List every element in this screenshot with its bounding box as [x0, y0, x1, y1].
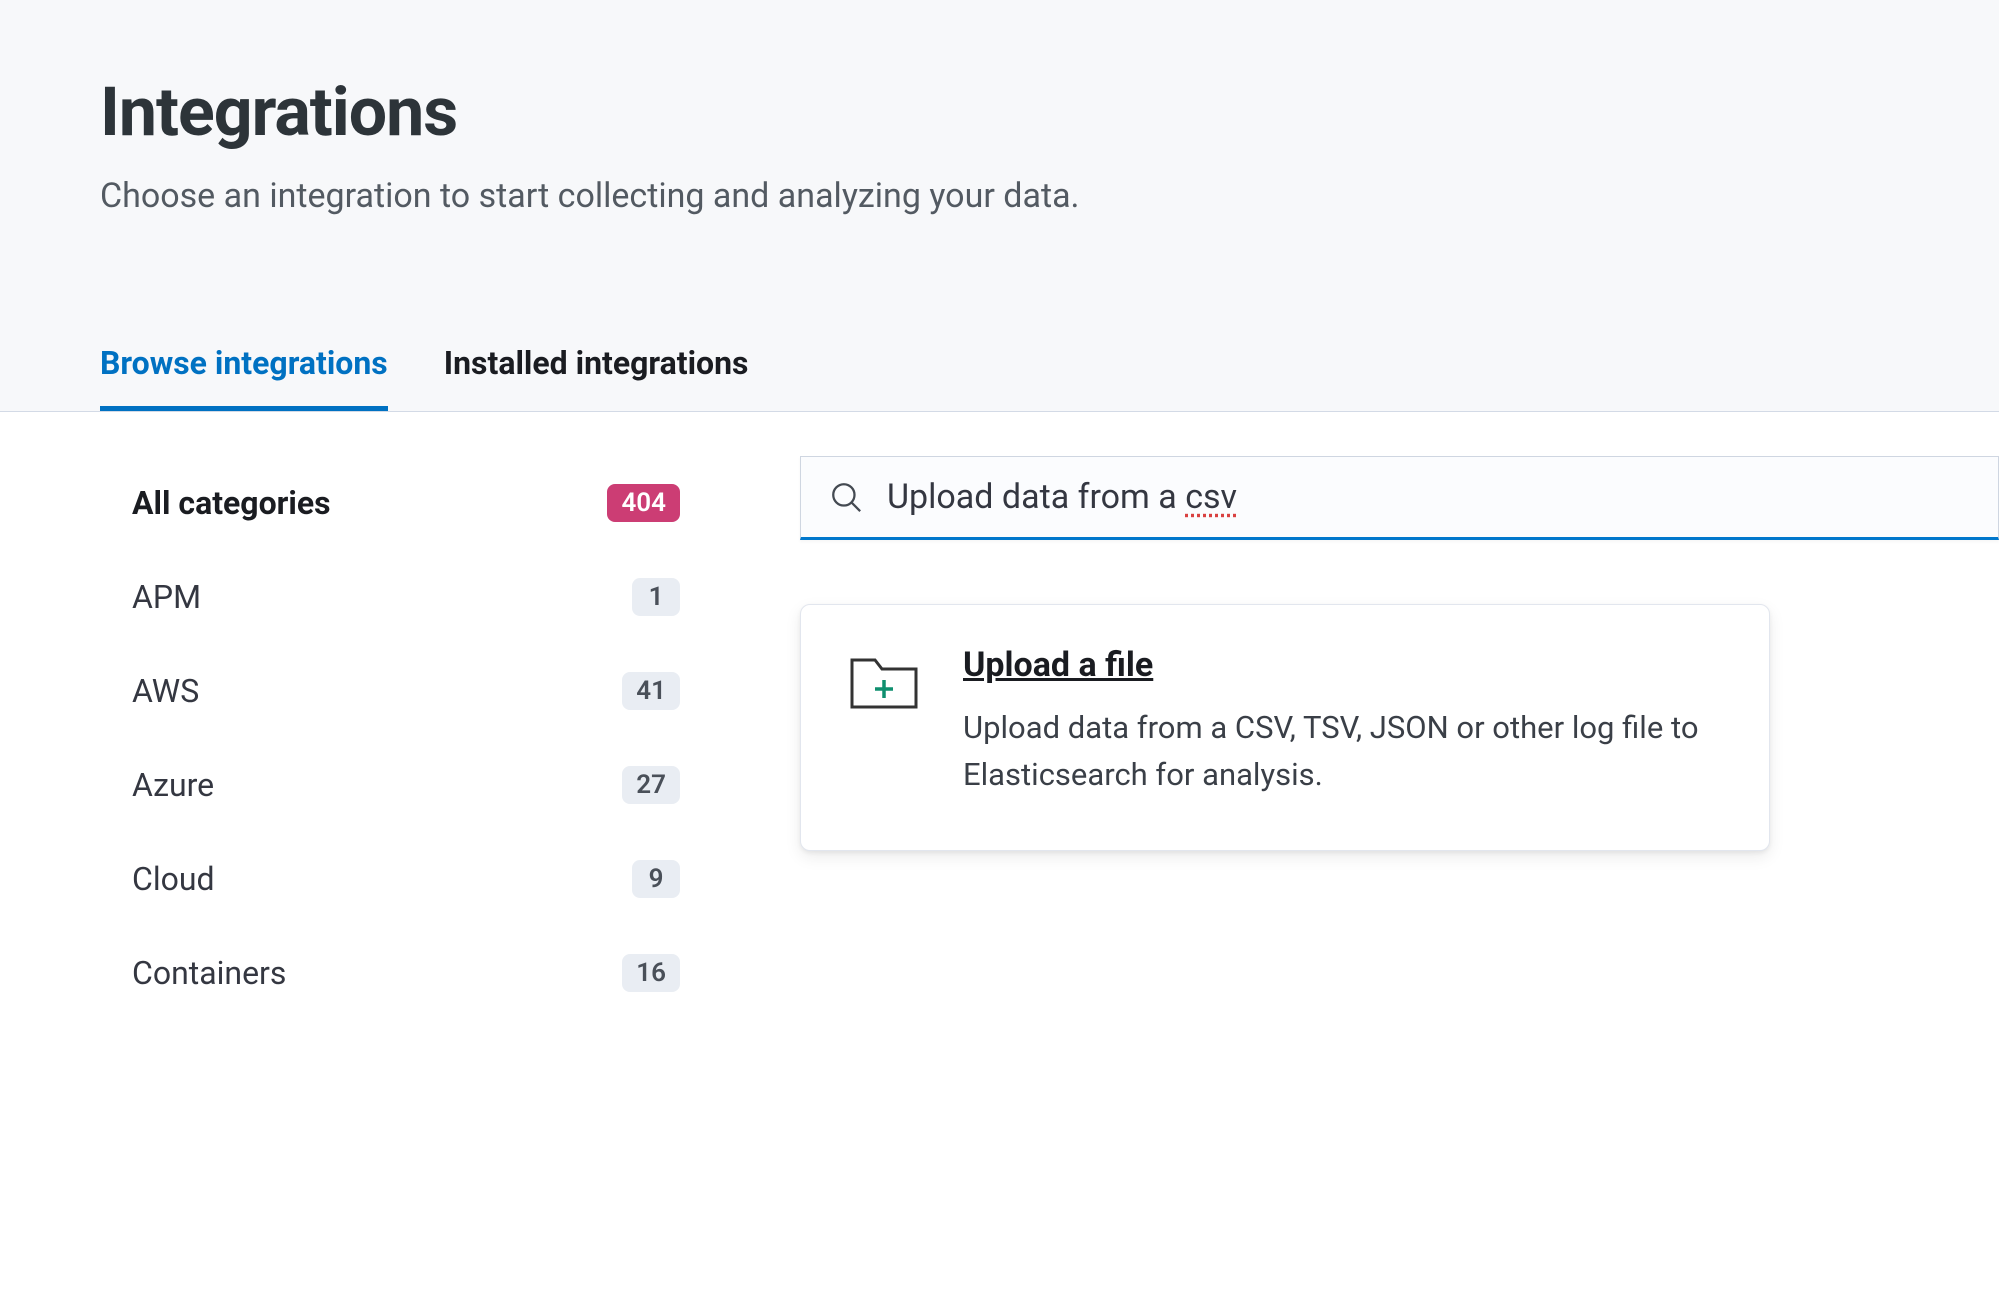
category-apm[interactable]: APM 1 [100, 550, 712, 644]
category-count-badge: 404 [607, 484, 680, 522]
page-header: Integrations Choose an integration to st… [0, 0, 1999, 216]
search-icon [829, 480, 863, 514]
search-field-wrap[interactable]: Upload data from a csv [800, 456, 1999, 540]
category-all[interactable]: All categories 404 [100, 456, 712, 550]
page-title: Integrations [100, 72, 1999, 152]
category-count-badge: 27 [622, 766, 680, 804]
results-area: Upload a file Upload data from a CSV, TS… [800, 604, 1999, 851]
tabs: Browse integrations Installed integratio… [0, 344, 1999, 412]
category-cloud[interactable]: Cloud 9 [100, 832, 712, 926]
category-count-badge: 9 [632, 860, 680, 898]
result-card-upload-file[interactable]: Upload a file Upload data from a CSV, TS… [800, 604, 1770, 851]
page-subtitle: Choose an integration to start collectin… [100, 176, 1999, 216]
content: All categories 404 APM 1 AWS 41 Azure 27… [0, 412, 1999, 1312]
search-input[interactable]: Upload data from a csv [887, 477, 1970, 517]
category-label: APM [132, 578, 201, 616]
search-text-prefix: Upload data from a [887, 477, 1185, 517]
category-count-badge: 41 [622, 672, 680, 710]
category-label: AWS [132, 672, 199, 710]
category-label: Azure [132, 766, 214, 804]
search-text-misspell: csv [1185, 477, 1237, 517]
category-count-badge: 1 [632, 578, 680, 616]
category-label: Containers [132, 954, 286, 992]
card-body: Upload a file Upload data from a CSV, TS… [963, 645, 1721, 798]
folder-add-icon [849, 649, 919, 715]
card-title: Upload a file [963, 645, 1721, 685]
tab-installed-integrations[interactable]: Installed integrations [444, 344, 749, 411]
card-description: Upload data from a CSV, TSV, JSON or oth… [963, 705, 1721, 798]
main-panel: Upload data from a csv Upload a file Upl… [760, 412, 1999, 1312]
category-azure[interactable]: Azure 27 [100, 738, 712, 832]
tab-browse-integrations[interactable]: Browse integrations [100, 344, 388, 411]
category-count-badge: 16 [622, 954, 680, 992]
category-containers[interactable]: Containers 16 [100, 926, 712, 1020]
category-aws[interactable]: AWS 41 [100, 644, 712, 738]
category-sidebar: All categories 404 APM 1 AWS 41 Azure 27… [0, 412, 760, 1312]
category-label: Cloud [132, 860, 215, 898]
category-label: All categories [132, 484, 331, 522]
